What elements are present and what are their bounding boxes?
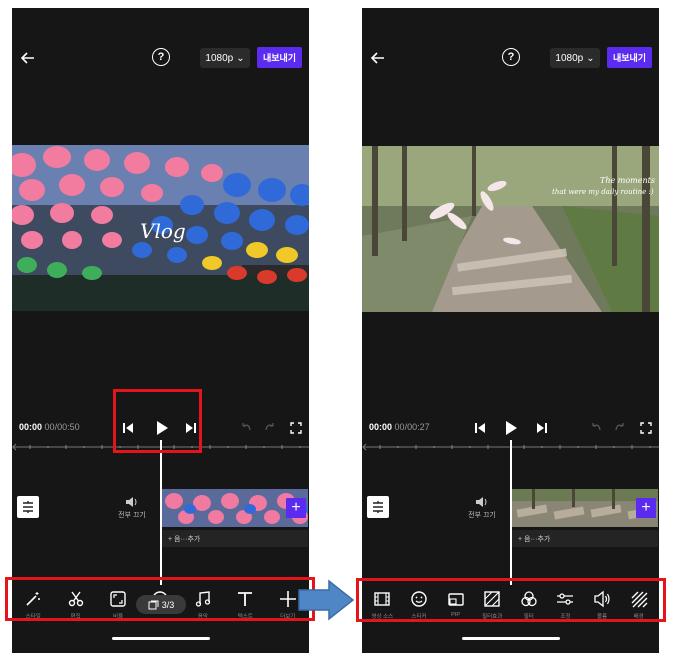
transition-arrow-icon (298, 579, 355, 621)
mute-label: 전부 끄기 (118, 512, 146, 519)
skip-back-icon[interactable] (474, 418, 486, 438)
undo-icon[interactable] (240, 418, 252, 438)
home-indicator (112, 637, 210, 640)
speaker-icon (476, 497, 487, 507)
highlight-right-toolbar (356, 578, 666, 622)
resolution-dropdown[interactable]: 1080p ⌄ (200, 48, 250, 68)
redo-icon[interactable] (614, 418, 626, 438)
back-arrow-icon[interactable] (20, 50, 36, 66)
undo-icon[interactable] (590, 418, 602, 438)
add-clip-button[interactable]: + (286, 498, 306, 518)
highlight-left-toolbar (5, 577, 315, 621)
resolution-value: 1080p (205, 52, 234, 64)
video-preview: The moments that were my daily routine :… (362, 146, 659, 312)
fullscreen-icon[interactable] (640, 418, 652, 438)
fullscreen-icon[interactable] (290, 418, 302, 438)
highlight-playback-controls (113, 389, 202, 453)
add-music-button[interactable]: + 음···추가 (162, 530, 308, 547)
play-icon[interactable] (504, 418, 518, 438)
time-readout: 00:00 00/00:50 (19, 422, 80, 432)
playhead[interactable] (160, 440, 162, 585)
skip-forward-icon[interactable] (536, 418, 548, 438)
redo-icon[interactable] (264, 418, 276, 438)
video-preview: Vlog (12, 145, 309, 311)
resolution-value: 1080p (555, 52, 584, 64)
time-readout: 00:00 00/00:27 (369, 422, 430, 432)
caption-line-2: that were my daily routine :) (552, 188, 654, 196)
back-arrow-icon[interactable] (370, 50, 386, 66)
export-button[interactable]: 내보내기 (607, 47, 652, 68)
export-button[interactable]: 내보내기 (257, 47, 302, 68)
resolution-dropdown[interactable]: 1080p ⌄ (550, 48, 600, 68)
chevron-down-icon: ⌄ (586, 52, 595, 64)
left-editor-screen: ? 1080p ⌄ 내보내기 Vlog 00:00 00/00:50 전부 끄기… (12, 8, 309, 653)
mute-label: 전부 끄기 (468, 512, 496, 519)
track-menu-icon[interactable] (17, 496, 39, 518)
help-icon[interactable]: ? (152, 48, 170, 66)
track-menu-icon[interactable] (367, 496, 389, 518)
mute-all-toggle[interactable]: 전부 끄기 (112, 496, 152, 520)
chevron-down-icon: ⌄ (236, 52, 245, 64)
caption-line-1: The moments (600, 176, 655, 185)
help-icon[interactable]: ? (502, 48, 520, 66)
video-clip-thumbnail[interactable]: + (512, 489, 658, 527)
home-indicator (462, 637, 560, 640)
right-editor-screen: ? 1080p ⌄ 내보내기 The moments that were my … (362, 8, 659, 653)
add-clip-button[interactable]: + (636, 498, 656, 518)
playhead[interactable] (510, 440, 512, 585)
video-overlay-text: Vlog (140, 219, 186, 243)
video-clip-thumbnail[interactable]: + (162, 489, 308, 527)
playback-bar: 00:00 00/00:27 (362, 418, 659, 438)
add-music-button[interactable]: + 음···추가 (512, 530, 658, 547)
speaker-icon (126, 497, 137, 507)
mute-all-toggle[interactable]: 전부 끄기 (462, 496, 502, 520)
